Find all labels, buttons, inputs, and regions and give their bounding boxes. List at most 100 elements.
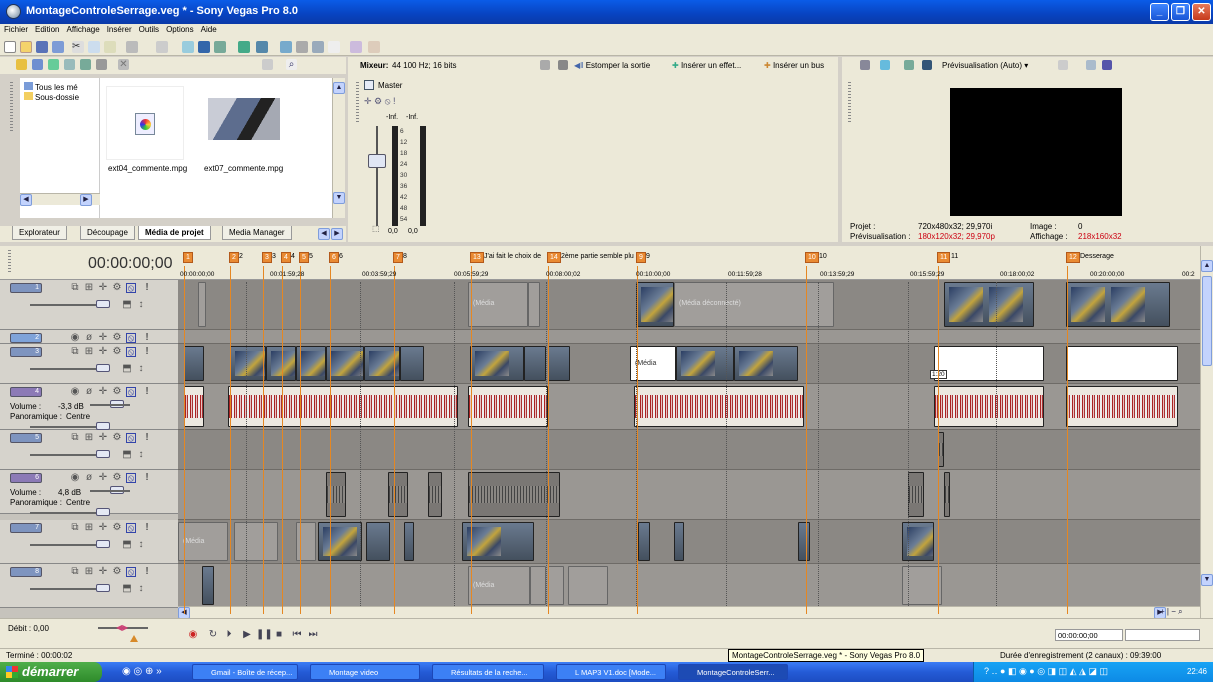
expand-icon[interactable]: ⬒	[122, 364, 132, 374]
close-button[interactable]: ✕	[1192, 3, 1211, 21]
level-slider[interactable]	[96, 422, 110, 430]
insert-bus-button[interactable]: ✚ Insérer un bus	[764, 61, 824, 70]
minimize-button[interactable]: _	[1150, 3, 1169, 21]
marker-flag[interactable]: 12	[1066, 252, 1080, 263]
lock-icon[interactable]: ⬚	[372, 224, 380, 233]
video-event[interactable]	[674, 522, 684, 561]
magnify-icon[interactable]	[328, 41, 340, 53]
video-event[interactable]	[798, 522, 810, 561]
video-event[interactable]	[1066, 346, 1178, 381]
preview-grip[interactable]	[848, 82, 851, 122]
video-event[interactable]	[326, 346, 364, 381]
motion-fx-icon[interactable]: ✛	[98, 433, 108, 443]
insert-effect-button[interactable]: ✚ Insérer un effet...	[672, 61, 741, 70]
motion-icon[interactable]: ⊞	[84, 567, 94, 577]
expand-icon[interactable]: ⬒	[122, 584, 132, 594]
marker-flag[interactable]: 4	[281, 252, 291, 263]
task-resultats[interactable]: Résultats de la reche...	[432, 664, 544, 680]
offline-media-event[interactable]: (Média déconnecté)	[674, 282, 834, 327]
go-end-button[interactable]: ⏭	[306, 629, 320, 641]
play-from-start-button[interactable]: ⏵	[222, 629, 236, 641]
solo-icon[interactable]: !	[142, 567, 152, 577]
track-number[interactable]: 6	[10, 473, 42, 483]
rate-slider[interactable]: ◀▶	[116, 623, 128, 632]
scale-icon[interactable]: ↕	[136, 300, 146, 310]
video-preview-screen[interactable]	[950, 88, 1122, 216]
offline-media-event[interactable]	[198, 282, 206, 327]
offline-media-event[interactable]	[568, 566, 608, 605]
audio-event[interactable]	[934, 386, 1044, 427]
composite-mode-icon[interactable]: ⧉	[70, 347, 80, 357]
view-icon[interactable]	[32, 59, 43, 70]
marker-flag[interactable]: 10	[805, 252, 819, 263]
marker-flag[interactable]: 2	[229, 252, 239, 263]
marker-flag[interactable]: 7	[393, 252, 403, 263]
scale-icon[interactable]: ↕	[136, 540, 146, 550]
track-number[interactable]: 8	[10, 567, 42, 577]
video-event[interactable]	[734, 346, 798, 381]
cut-icon[interactable]: ✂	[72, 41, 84, 53]
motion-fx-icon[interactable]: ✛	[98, 523, 108, 533]
track-number[interactable]: 4	[10, 387, 42, 397]
help-icon[interactable]	[368, 41, 380, 53]
delete-icon[interactable]: ✕	[118, 59, 129, 70]
track-header-4[interactable]: 4 ◉ ø ✛ ⚙ ⦸! Volume : -3,3 dB Panoramique : Centr…	[0, 384, 178, 430]
timeline-timecode[interactable]: 00:00:00;00	[88, 255, 173, 273]
offline-media-event[interactable]: (Média	[178, 522, 228, 561]
stop-button[interactable]: ■	[272, 629, 286, 641]
pause-button[interactable]: ❚❚	[256, 629, 273, 641]
tab-explorateur[interactable]: Explorateur	[12, 226, 67, 240]
master-fader[interactable]	[368, 154, 386, 168]
scroll-down-button[interactable]: ▼	[1201, 574, 1213, 586]
track-header-7[interactable]: 7 ⧉ ⊞ ✛ ⚙ ⦸! ⬒ ↕	[0, 520, 178, 564]
video-event[interactable]	[462, 522, 534, 561]
audio-event[interactable]	[634, 386, 804, 427]
mute-icon[interactable]: ⦸	[126, 283, 136, 294]
redo-icon[interactable]	[156, 41, 168, 53]
solo-icon[interactable]: !	[142, 433, 152, 443]
panel-grip[interactable]	[10, 82, 13, 132]
track-header-1[interactable]: 1 ⧉ ⊞ ✛ ⚙ ⦸! ⬒ ↕	[0, 280, 178, 330]
motion-fx-icon[interactable]: ✛	[98, 567, 108, 577]
save-snapshot-icon[interactable]	[1102, 60, 1112, 70]
composite-mode-icon[interactable]: ⧉	[70, 283, 80, 293]
motion-icon[interactable]: ⊞	[84, 283, 94, 293]
mute-icon[interactable]: ⦸	[126, 473, 136, 484]
offline-media-event[interactable]: (Média	[468, 282, 528, 327]
fade-out-button[interactable]: ◀‖ Estomper la sortie	[574, 61, 650, 70]
marker-flag[interactable]: 11	[937, 252, 951, 263]
level-slider[interactable]	[96, 450, 110, 458]
video-event[interactable]	[524, 346, 546, 381]
video-event[interactable]	[230, 346, 266, 381]
refresh-icon[interactable]	[80, 59, 91, 70]
track-header-6[interactable]: 6 ◉ ø ✛ ⚙ ⦸! Volume : 4,8 dB Panoramique : Centre	[0, 470, 178, 516]
marker-flag[interactable]: 9	[636, 252, 646, 263]
motion-fx-icon[interactable]: ✛	[98, 283, 108, 293]
downmix-icon[interactable]	[558, 60, 568, 70]
snap-icon[interactable]	[182, 41, 194, 53]
go-start-button[interactable]: ⏮	[290, 629, 304, 641]
app-icon[interactable]	[6, 4, 21, 19]
paste-icon[interactable]	[104, 41, 116, 53]
motion-fx-icon[interactable]: ✛	[98, 387, 108, 397]
scroll-left-button[interactable]: ◀	[20, 194, 32, 206]
phase-icon[interactable]: ø	[84, 333, 94, 343]
tabs-scroll-left[interactable]: ◀	[318, 228, 330, 240]
preview-quality-dropdown[interactable]: Prévisualisation (Auto) ▾	[942, 61, 1028, 70]
scroll-right-button[interactable]: ▶	[80, 194, 92, 206]
video-event[interactable]	[934, 346, 1044, 381]
audio-event[interactable]	[184, 386, 204, 427]
audio-event[interactable]	[908, 472, 924, 517]
composite-mode-icon[interactable]: ⧉	[70, 523, 80, 533]
scroll-down-button[interactable]: ▼	[333, 192, 345, 204]
track-fx-icon[interactable]: ⚙	[112, 567, 122, 577]
phase-icon[interactable]: ø	[84, 387, 94, 397]
video-event[interactable]	[636, 282, 674, 327]
scroll-thumb[interactable]	[1202, 276, 1212, 366]
video-event[interactable]	[470, 346, 524, 381]
offline-media-event[interactable]	[234, 522, 278, 561]
motion-icon[interactable]: ⊞	[84, 433, 94, 443]
level-slider[interactable]	[96, 540, 110, 548]
offline-media-event[interactable]	[548, 566, 564, 605]
track-lane-2[interactable]	[178, 330, 1200, 344]
